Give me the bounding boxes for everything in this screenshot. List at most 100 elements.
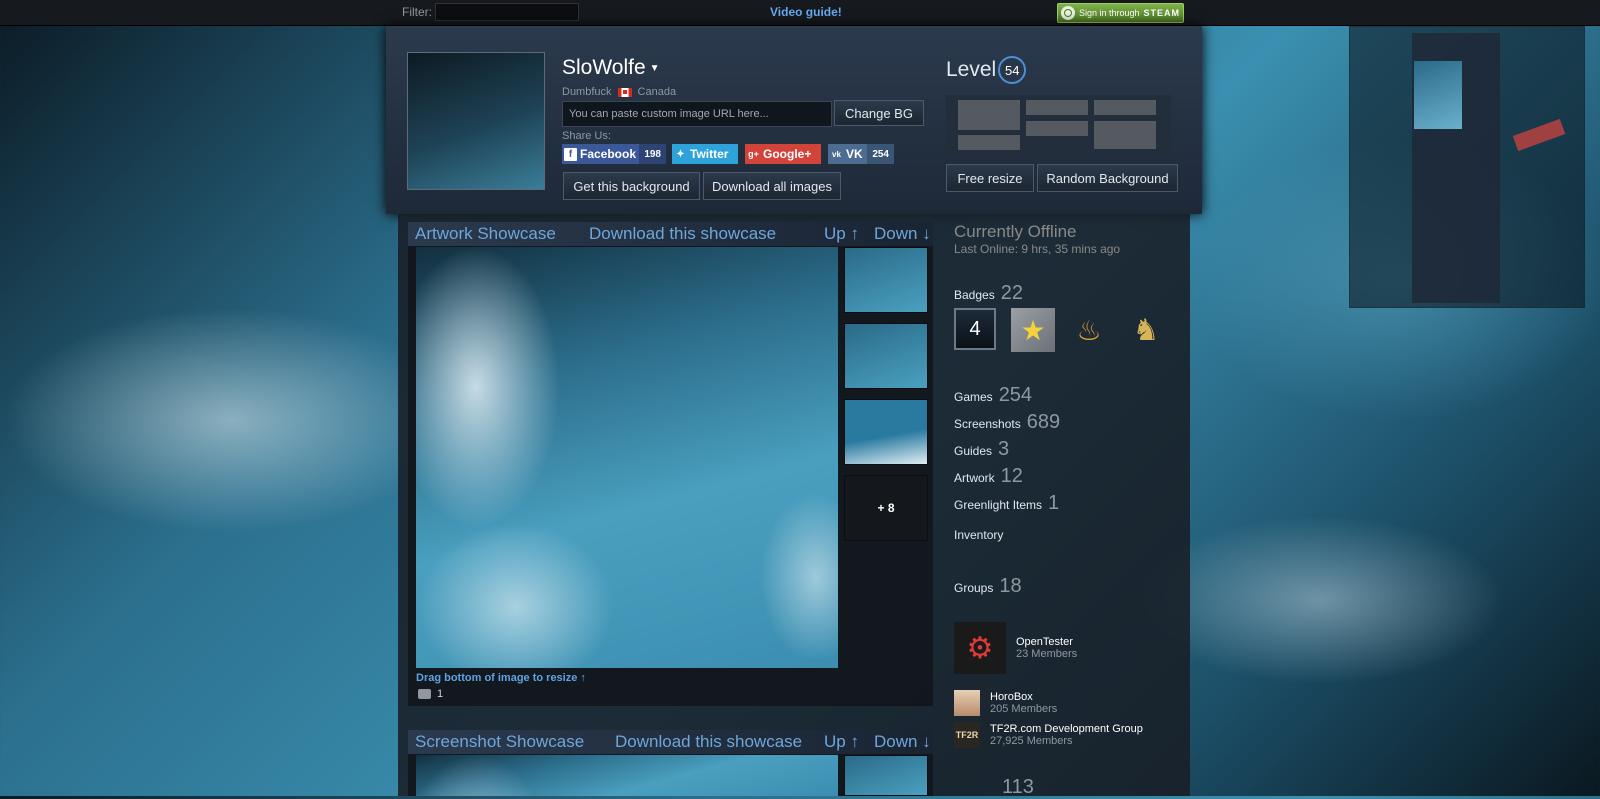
chevron-down-icon: ▼ xyxy=(649,62,660,74)
screenshots-link[interactable]: Screenshots 689 xyxy=(954,411,1060,434)
steam-logo-icon xyxy=(1061,6,1075,20)
artwork-link[interactable]: Artwork 12 xyxy=(954,465,1023,488)
flame-icon: ♨ xyxy=(1076,314,1102,346)
group-text: HoroBox 205 Members xyxy=(990,691,1057,715)
avatar[interactable] xyxy=(407,52,545,190)
persona-name: SloWolfe xyxy=(562,56,646,79)
artwork-label: Artwork xyxy=(954,471,995,485)
comment-count[interactable]: 1 xyxy=(418,688,443,700)
move-up-link[interactable]: Up ↑ xyxy=(824,732,859,752)
badge-years-icon[interactable]: 4 xyxy=(954,308,998,352)
griffin-badge-icon[interactable]: ♞ xyxy=(1124,308,1168,352)
video-guide-link[interactable]: Video guide! xyxy=(770,5,842,19)
last-online: Last Online: 9 hrs, 35 mins ago xyxy=(954,242,1121,256)
facebook-count: 198 xyxy=(639,144,666,164)
artwork-thumbnail[interactable] xyxy=(844,399,928,465)
screenshot-main-image[interactable] xyxy=(416,755,838,796)
inventory-link[interactable]: Inventory xyxy=(954,528,1003,542)
group-name: HoroBox xyxy=(990,691,1033,703)
profile-header: SloWolfe ▼ Dumbfuck Canada Change BG Sha… xyxy=(386,26,1202,214)
artwork-showcase-header: Artwork Showcase Download this showcase … xyxy=(408,222,933,246)
facebook-share-button[interactable]: f Facebook 198 xyxy=(562,144,666,164)
screenshot-thumbnail[interactable] xyxy=(844,755,928,796)
artwork-count: 12 xyxy=(1000,465,1023,487)
download-all-images-button[interactable]: Download all images xyxy=(703,172,841,200)
signin-prefix: Sign in through xyxy=(1079,8,1140,18)
move-down-link[interactable]: Down ↓ xyxy=(874,732,931,752)
badges-label: Badges xyxy=(954,288,995,302)
twitter-label: Twitter xyxy=(690,147,729,161)
guides-count: 3 xyxy=(998,438,1010,460)
layout-block xyxy=(1026,121,1088,136)
greenlight-label: Greenlight Items xyxy=(954,498,1043,512)
group-item[interactable]: ⚙ OpenTester 23 Members xyxy=(954,622,1077,674)
main-content: Artwork Showcase Download this showcase … xyxy=(398,214,1190,798)
more-artwork-button[interactable]: + 8 xyxy=(844,475,928,541)
group-item[interactable]: TF2R TF2R.com Development Group 27,925 M… xyxy=(954,722,1143,748)
random-background-button[interactable]: Random Background xyxy=(1037,164,1178,192)
inventory-label: Inventory xyxy=(954,528,1004,542)
layout-block xyxy=(958,100,1020,130)
gear-icon: ⚙ xyxy=(954,622,1006,674)
vk-label: VK xyxy=(846,147,863,161)
griffin-icon: ♞ xyxy=(1132,313,1160,347)
groups-label: Groups xyxy=(954,581,994,595)
country-name: Canada xyxy=(637,86,677,98)
group-name: OpenTester xyxy=(1016,636,1073,648)
real-name: Dumbfuck xyxy=(562,86,612,98)
artwork-showcase-title: Artwork Showcase xyxy=(415,224,556,243)
googleplus-icon: g+ xyxy=(748,149,759,159)
filter-label: Filter: xyxy=(402,5,432,19)
comment-icon xyxy=(418,689,431,699)
artwork-thumbnail[interactable] xyxy=(844,323,928,389)
move-up-link[interactable]: Up ↑ xyxy=(824,224,859,244)
badges-count: 22 xyxy=(1000,282,1023,304)
group-text: TF2R.com Development Group 27,925 Member… xyxy=(990,723,1143,747)
layout-preview-grid[interactable] xyxy=(946,95,1171,153)
download-showcase-link[interactable]: Download this showcase xyxy=(615,732,802,752)
star-icon: ★ xyxy=(1011,308,1055,352)
share-label: Share Us: xyxy=(562,130,611,142)
artwork-main-image[interactable] xyxy=(416,247,838,668)
group-members: 205 Members xyxy=(990,703,1058,715)
steam-signin-button[interactable]: Sign in through STEAM xyxy=(1057,3,1184,23)
filter-input[interactable] xyxy=(435,3,579,21)
googleplus-share-button[interactable]: g+ Google+ xyxy=(745,144,821,164)
guides-label: Guides xyxy=(954,444,993,458)
online-status: Currently Offline xyxy=(954,222,1077,241)
badges-link[interactable]: Badges 22 xyxy=(954,282,1023,305)
guides-link[interactable]: Guides 3 xyxy=(954,438,1009,461)
layout-block xyxy=(1094,121,1156,149)
games-link[interactable]: Games 254 xyxy=(954,384,1032,407)
greenlight-link[interactable]: Greenlight Items 1 xyxy=(954,492,1059,515)
free-resize-button[interactable]: Free resize xyxy=(946,164,1034,192)
facebook-icon: f xyxy=(564,147,577,161)
change-bg-button[interactable]: Change BG xyxy=(834,100,924,126)
star-badge-icon[interactable]: ★ xyxy=(1011,308,1055,352)
move-down-link[interactable]: Down ↓ xyxy=(874,224,931,244)
custom-image-url-input[interactable] xyxy=(562,101,832,127)
tf2r-logo-icon: TF2R xyxy=(954,722,980,748)
twitter-share-button[interactable]: ✦ Twitter xyxy=(672,144,738,164)
screenshots-label: Screenshots xyxy=(954,417,1021,431)
googleplus-label: Google+ xyxy=(763,147,812,161)
layout-block xyxy=(958,135,1020,150)
download-showcase-link[interactable]: Download this showcase xyxy=(589,224,776,244)
flame-badge-icon[interactable]: ♨ xyxy=(1067,308,1111,352)
twitter-bird-icon: ✦ xyxy=(676,148,685,160)
vk-share-button[interactable]: vk VK 254 xyxy=(828,144,894,164)
top-bar: Filter: Video guide! Sign in through STE… xyxy=(0,0,1600,26)
drag-resize-hint[interactable]: Drag bottom of image to resize ↑ xyxy=(416,672,586,684)
level-label: Level xyxy=(946,58,997,81)
artwork-thumbnail[interactable] xyxy=(844,247,928,313)
profile-sidebar: Currently Offline Last Online: 9 hrs, 35… xyxy=(954,214,1184,798)
group-item[interactable]: HoroBox 205 Members xyxy=(954,690,1057,716)
persona-name-dropdown[interactable]: SloWolfe ▼ xyxy=(562,56,660,80)
screenshot-showcase-title: Screenshot Showcase xyxy=(415,732,585,751)
profile-sub-info: Dumbfuck Canada xyxy=(562,86,676,98)
signin-brand: STEAM xyxy=(1143,8,1181,18)
get-background-button[interactable]: Get this background xyxy=(563,172,700,200)
comment-count-value: 1 xyxy=(437,688,444,700)
groups-link[interactable]: Groups 18 xyxy=(954,575,1022,598)
screenshots-count: 689 xyxy=(1026,411,1061,433)
